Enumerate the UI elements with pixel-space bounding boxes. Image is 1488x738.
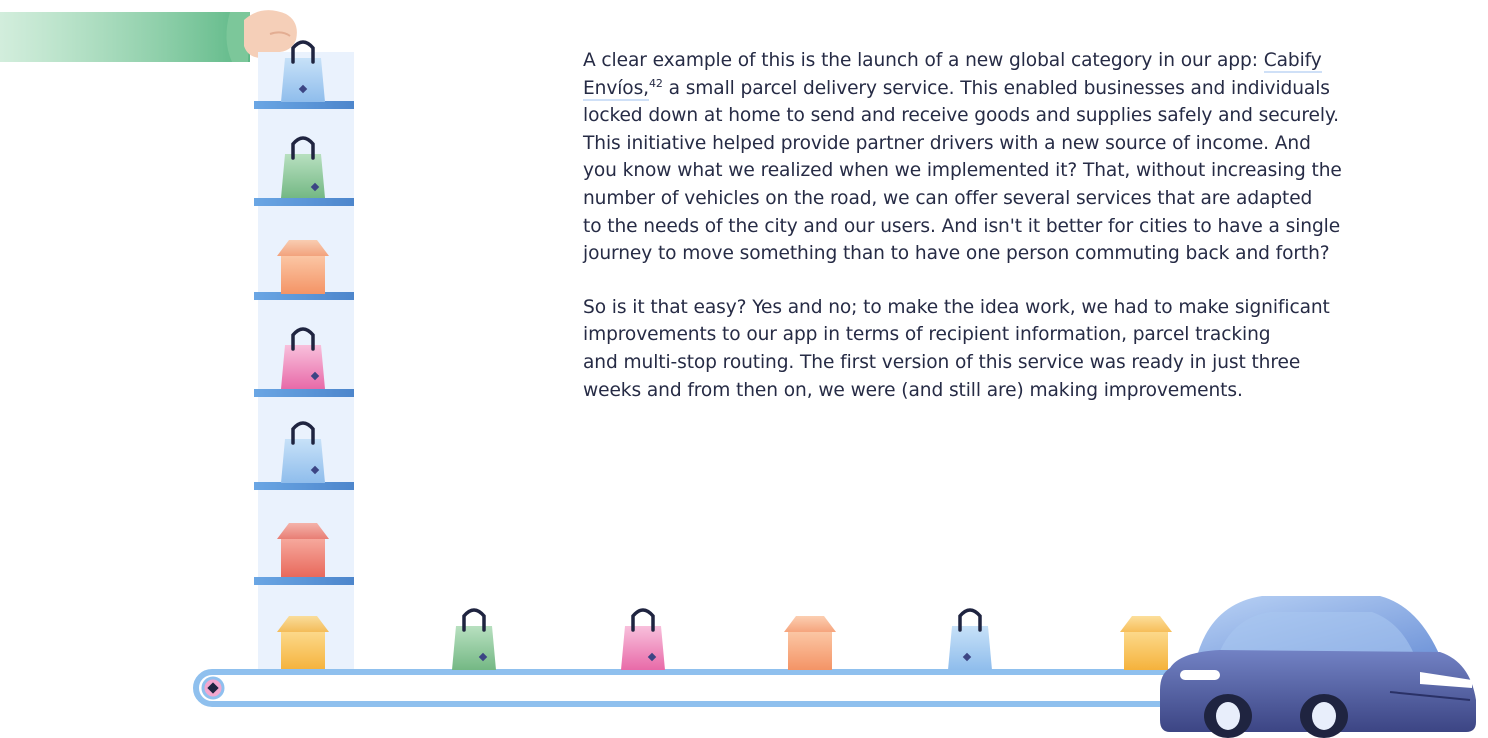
parcel-box-icon xyxy=(277,240,329,294)
text-line: A clear example of this is the launch of… xyxy=(583,47,1483,75)
text-line: weeks and from then on, we were (and sti… xyxy=(583,379,1243,401)
text-span: A clear example of this is the launch of… xyxy=(583,50,1264,71)
text-line: This initiative helped provide partner d… xyxy=(583,132,1311,154)
text-line: So is it that easy? Yes and no; to make … xyxy=(583,296,1330,318)
text-line: locked down at home to send and receive … xyxy=(583,105,1339,127)
shopping-bag-icon xyxy=(621,608,665,670)
text-line: improvements to our app in terms of reci… xyxy=(583,324,1271,346)
parcel-box-icon xyxy=(1120,616,1172,670)
article-body: A clear example of this is the launch of… xyxy=(583,47,1483,404)
text-line: and multi-stop routing. The first versio… xyxy=(583,351,1301,373)
footnote-marker[interactable]: 42 xyxy=(649,76,663,89)
parcel-box-icon xyxy=(784,616,836,670)
conveyor-belt-icon xyxy=(193,669,1279,707)
cabify-envios-link-continued[interactable]: Envíos, xyxy=(583,77,649,101)
text-line: you know what we realized when we implem… xyxy=(583,160,1342,182)
shopping-bag-icon xyxy=(281,40,325,102)
text-line: Envíos,42 a small parcel delivery servic… xyxy=(583,75,1483,103)
paragraph-1: A clear example of this is the launch of… xyxy=(583,47,1483,268)
shopping-bag-icon xyxy=(452,608,496,670)
text-span: a small parcel delivery service. This en… xyxy=(662,77,1330,99)
text-line: to the needs of the city and our users. … xyxy=(583,215,1341,237)
shopping-bag-icon xyxy=(948,608,992,670)
car-icon xyxy=(1160,596,1476,738)
text-line: journey to move something than to have o… xyxy=(583,243,1330,265)
cabify-envios-link[interactable]: Cabify xyxy=(1263,50,1322,73)
paragraph-2: So is it that easy? Yes and no; to make … xyxy=(583,294,1483,404)
parcel-box-icon xyxy=(277,616,329,670)
hand-icon xyxy=(0,10,297,62)
text-line: number of vehicles on the road, we can o… xyxy=(583,187,1313,209)
parcel-box-icon xyxy=(277,523,329,577)
